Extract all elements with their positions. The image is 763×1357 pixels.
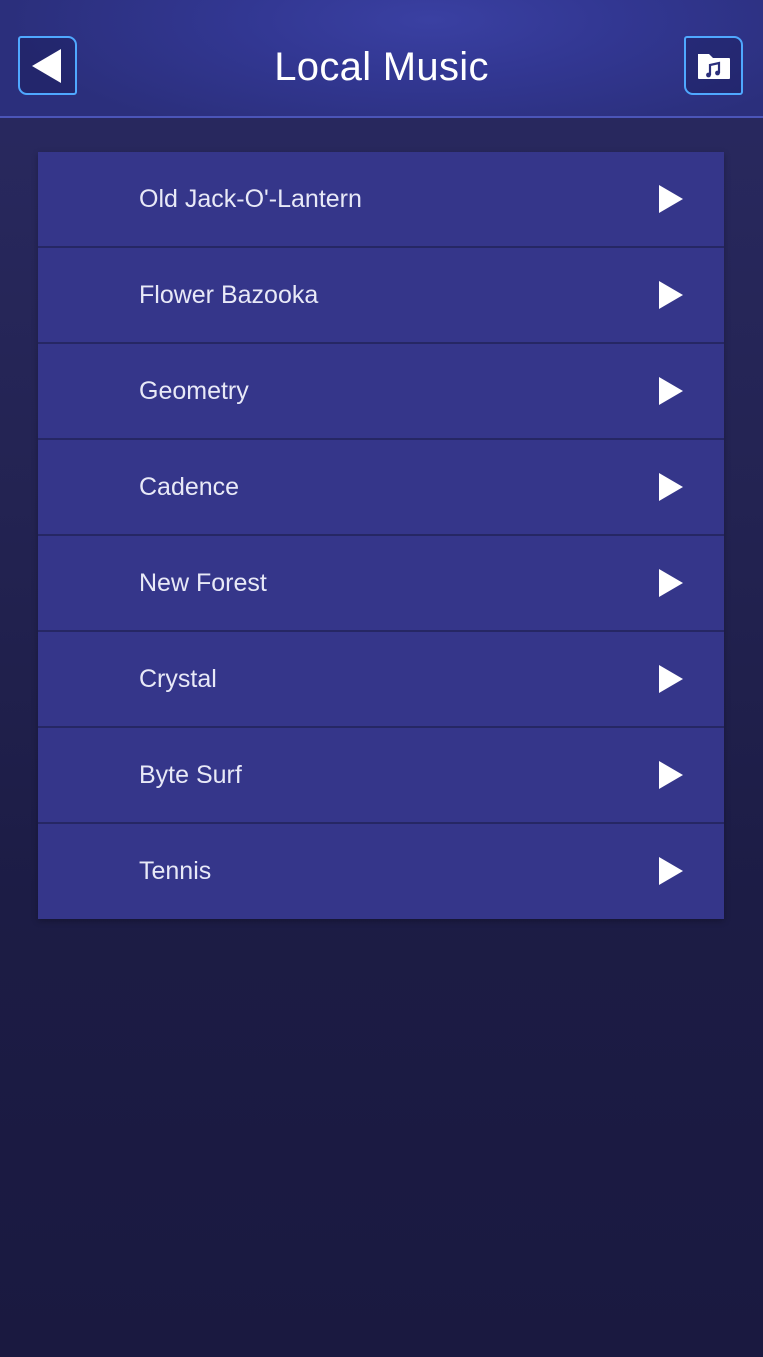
- track-list: Old Jack-O'-Lantern Flower Bazooka Geome…: [38, 152, 724, 919]
- play-icon[interactable]: [658, 280, 684, 310]
- track-row[interactable]: New Forest: [38, 536, 724, 632]
- track-row[interactable]: Old Jack-O'-Lantern: [38, 152, 724, 248]
- play-icon[interactable]: [658, 856, 684, 886]
- top-bar: Local Music: [0, 0, 763, 118]
- track-title: Tennis: [139, 857, 212, 885]
- track-title: Cadence: [139, 473, 240, 501]
- track-title: New Forest: [139, 569, 267, 597]
- music-folder-icon: [698, 54, 730, 79]
- track-row[interactable]: Crystal: [38, 632, 724, 728]
- track-row[interactable]: Geometry: [38, 344, 724, 440]
- play-icon[interactable]: [658, 184, 684, 214]
- play-icon[interactable]: [658, 664, 684, 694]
- track-title: Byte Surf: [139, 761, 242, 789]
- track-row[interactable]: Byte Surf: [38, 728, 724, 824]
- track-row[interactable]: Cadence: [38, 440, 724, 536]
- play-icon[interactable]: [658, 376, 684, 406]
- track-title: Flower Bazooka: [139, 281, 319, 309]
- play-icon[interactable]: [658, 472, 684, 502]
- play-icon[interactable]: [658, 760, 684, 790]
- track-row[interactable]: Tennis: [38, 824, 724, 919]
- track-title: Geometry: [139, 377, 249, 405]
- page-title: Local Music: [274, 45, 489, 89]
- track-title: Old Jack-O'-Lantern: [139, 185, 362, 213]
- track-title: Crystal: [139, 665, 217, 693]
- play-icon[interactable]: [658, 568, 684, 598]
- music-folder-button[interactable]: [684, 36, 743, 95]
- track-row[interactable]: Flower Bazooka: [38, 248, 724, 344]
